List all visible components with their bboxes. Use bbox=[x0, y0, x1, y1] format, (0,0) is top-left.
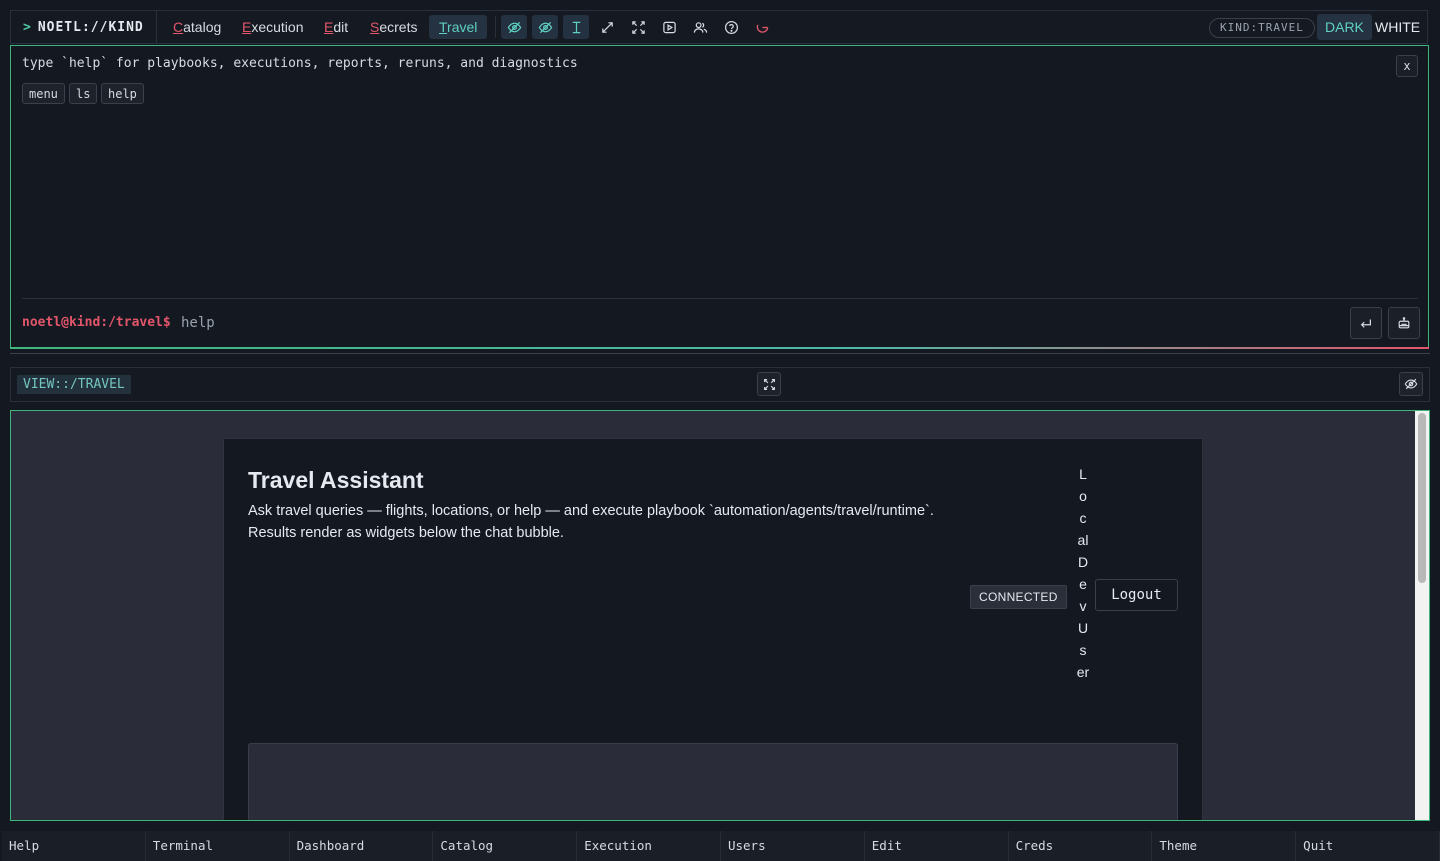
chip-help[interactable]: help bbox=[101, 83, 144, 104]
user-name: LocalDevUser bbox=[1076, 466, 1090, 680]
terminal-divider bbox=[22, 298, 1418, 299]
expand-diagonal-icon[interactable] bbox=[594, 15, 620, 39]
fkey-quit[interactable]: Quit bbox=[1296, 831, 1440, 861]
menu-execution[interactable]: Execution bbox=[232, 15, 314, 39]
theme-white-button[interactable]: WHITE bbox=[1367, 14, 1428, 40]
fkey-creds[interactable]: Creds bbox=[1008, 831, 1153, 861]
scrollbar[interactable] bbox=[1415, 411, 1429, 820]
menu-label: ecrets bbox=[379, 19, 418, 35]
menu-accel: E bbox=[242, 19, 252, 35]
menu-label: xecution bbox=[251, 19, 304, 35]
play-icon[interactable] bbox=[656, 15, 682, 39]
function-key-bar: Help Terminal Dashboard Catalog Executio… bbox=[2, 831, 1440, 861]
eye-off-icon bbox=[1404, 378, 1418, 390]
brand-prompt: > bbox=[23, 19, 32, 35]
fkey-edit[interactable]: Edit bbox=[864, 831, 1009, 861]
terminal-prompt: noetl@kind:/travel$ bbox=[22, 315, 171, 330]
brand-label: NOETL://KIND bbox=[37, 19, 144, 35]
split-resize-handle[interactable] bbox=[10, 353, 1430, 354]
kind-badge: KIND:TRAVEL bbox=[1209, 18, 1315, 38]
chip-ls[interactable]: ls bbox=[69, 83, 98, 104]
view-label: VIEW::/TRAVEL bbox=[17, 375, 131, 394]
logout-button[interactable]: Logout bbox=[1095, 579, 1178, 611]
terminal-panel: type `help` for playbooks, executions, r… bbox=[10, 45, 1429, 349]
fkey-dashboard[interactable]: Dashboard bbox=[289, 831, 434, 861]
chat-area[interactable] bbox=[248, 743, 1178, 820]
robot-icon bbox=[1398, 317, 1410, 329]
fullscreen-icon bbox=[763, 378, 775, 390]
eye-off-icon[interactable] bbox=[501, 15, 527, 39]
fkey-execution[interactable]: Execution bbox=[577, 831, 721, 861]
submit-button[interactable] bbox=[1350, 307, 1382, 339]
prompt-string: noetl@kind:/travel$ bbox=[22, 315, 171, 330]
fullscreen-icon[interactable] bbox=[625, 15, 651, 39]
terminal-close-button[interactable]: x bbox=[1396, 55, 1418, 77]
travel-assistant-card: Travel Assistant Ask travel queries — fl… bbox=[223, 438, 1203, 820]
help-icon[interactable] bbox=[718, 15, 744, 39]
users-icon[interactable] bbox=[687, 15, 713, 39]
terminal-input[interactable] bbox=[179, 311, 1283, 335]
menu-catalog[interactable]: Catalog bbox=[163, 15, 231, 39]
fkey-users[interactable]: Users bbox=[720, 831, 865, 861]
menu-label: dit bbox=[333, 19, 349, 35]
menu-accel: T bbox=[439, 19, 448, 35]
menu-accel: E bbox=[324, 19, 334, 35]
assist-button[interactable] bbox=[1388, 307, 1420, 339]
menu-secrets[interactable]: Secrets bbox=[360, 15, 427, 39]
top-menu-bar: > NOETL://KIND Catalog Execution Edit Se… bbox=[10, 10, 1428, 44]
view-header: VIEW::/TRAVEL bbox=[10, 367, 1430, 402]
terminal-hint: type `help` for playbooks, executions, r… bbox=[22, 56, 578, 71]
eye-off-icon[interactable] bbox=[532, 15, 558, 39]
view-fullscreen-button[interactable] bbox=[757, 372, 781, 396]
theme-dark-button[interactable]: DARK bbox=[1317, 14, 1372, 40]
menu-edit[interactable]: Edit bbox=[314, 15, 358, 39]
menu-label: ravel bbox=[447, 19, 478, 35]
app-title: Travel Assistant bbox=[248, 467, 424, 493]
fkey-help[interactable]: Help bbox=[2, 831, 146, 861]
brand: > NOETL://KIND bbox=[11, 11, 157, 43]
status-badge: CONNECTED bbox=[970, 585, 1067, 609]
refresh-icon[interactable] bbox=[749, 15, 775, 39]
enter-icon bbox=[1360, 319, 1371, 328]
text-cursor-icon[interactable] bbox=[563, 15, 589, 39]
view-hide-button[interactable] bbox=[1399, 372, 1423, 396]
toolbar-divider bbox=[495, 16, 496, 38]
menu-travel[interactable]: Travel bbox=[429, 15, 488, 39]
menu-accel: C bbox=[173, 19, 184, 35]
menu-label: atalog bbox=[183, 19, 222, 35]
app-description: Ask travel queries — flights, locations,… bbox=[248, 503, 934, 541]
menu-accel: S bbox=[370, 19, 380, 35]
scrollbar-thumb[interactable] bbox=[1418, 413, 1426, 583]
fkey-catalog[interactable]: Catalog bbox=[433, 831, 578, 861]
view-frame: Travel Assistant Ask travel queries — fl… bbox=[10, 410, 1430, 821]
fkey-terminal[interactable]: Terminal bbox=[145, 831, 290, 861]
fkey-theme[interactable]: Theme bbox=[1152, 831, 1297, 861]
chip-menu[interactable]: menu bbox=[22, 83, 65, 104]
terminal-accent-line bbox=[11, 347, 1429, 349]
